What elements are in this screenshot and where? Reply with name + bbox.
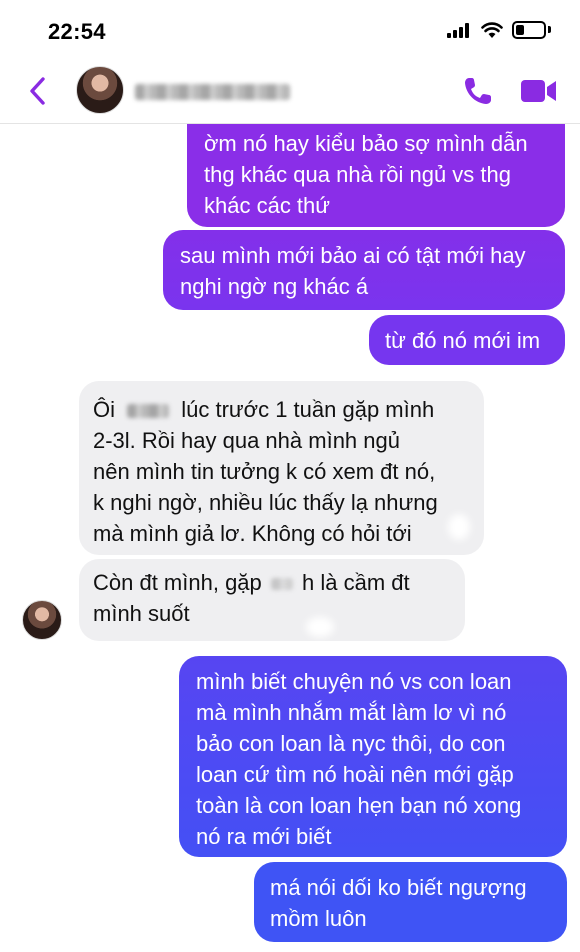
message-line: mình suốt — [93, 601, 190, 626]
message-line: k nghi ngờ, nhiều lúc thấy lạ nhưng — [93, 490, 438, 515]
message-bubble-outgoing[interactable]: mình biết chuyện nó vs con loan mà mình … — [179, 656, 567, 857]
video-camera-icon[interactable] — [520, 78, 558, 104]
message-line: nghi ngờ ng khác á — [180, 274, 369, 299]
message-bubble-outgoing[interactable]: sau mình mới bảo ai có tật mới hay nghi … — [163, 230, 565, 310]
status-bar: 22:54 — [0, 0, 580, 58]
battery-icon — [512, 21, 546, 39]
contact-avatar-small[interactable] — [22, 600, 62, 640]
signal-icon — [447, 23, 471, 38]
phone-icon[interactable] — [462, 75, 494, 107]
battery-cap — [548, 26, 551, 33]
message-word: Còn đt mình, gặp — [93, 570, 262, 595]
message-line: mồm luôn — [270, 906, 367, 931]
redaction-smudge — [306, 617, 334, 637]
conversation-header — [0, 58, 580, 124]
redaction-smudge — [448, 514, 470, 540]
message-word: Ôi — [93, 397, 115, 422]
redacted-name — [127, 404, 170, 419]
message-line: má nói dối ko biết ngượng — [270, 875, 527, 900]
message-word: h là cầm đt — [302, 570, 410, 595]
message-line: 2-3l. Rồi hay qua nhà mình ngủ — [93, 428, 400, 453]
message-line: Ôi lúc trước 1 tuần gặp mình — [93, 394, 484, 425]
message-line: ờm nó hay kiểu bảo sợ mình dẫn — [204, 131, 528, 156]
status-time: 22:54 — [48, 19, 106, 44]
redacted-word — [270, 578, 293, 591]
message-line: thg khác qua nhà rồi ngủ vs thg — [204, 162, 511, 187]
message-line: nó ra mới biết — [196, 824, 332, 849]
back-icon[interactable] — [26, 75, 50, 107]
message-bubble-outgoing[interactable]: má nói dối ko biết ngượng mồm luôn — [254, 862, 567, 942]
message-line: mà mình nhắm mắt làm lơ vì nó — [196, 700, 507, 725]
message-line: toàn là con loan hẹn bạn nó xong — [196, 793, 522, 818]
wifi-icon — [481, 22, 503, 38]
message-bubble-outgoing[interactable]: ờm nó hay kiểu bảo sợ mình dẫn thg khác … — [187, 124, 565, 227]
message-line: nên mình tin tưởng k có xem đt nó, — [93, 459, 436, 484]
message-bubble-outgoing[interactable]: từ đó nó mới im — [369, 315, 565, 365]
message-line: loan cứ tìm nó hoài nên mới gặp — [196, 762, 514, 787]
contact-name-redacted[interactable] — [135, 84, 290, 100]
message-line: mà mình giả lơ. Không có hỏi tới — [93, 521, 412, 546]
message-line: sau mình mới bảo ai có tật mới hay — [180, 243, 526, 268]
contact-avatar[interactable] — [76, 66, 124, 114]
message-line: từ đó nó mới im — [385, 328, 541, 353]
message-bubble-incoming[interactable]: Còn đt mình, gặp h là cầm đt mình suốt — [79, 559, 465, 641]
message-word: lúc trước 1 tuần gặp mình — [181, 397, 435, 422]
message-line: Còn đt mình, gặp h là cầm đt — [93, 567, 465, 598]
message-bubble-incoming[interactable]: Ôi lúc trước 1 tuần gặp mình 2-3l. Rồi h… — [79, 381, 484, 555]
message-line: mình biết chuyện nó vs con loan — [196, 669, 512, 694]
message-line: bảo con loan là nyc thôi, do con — [196, 731, 506, 756]
message-line: khác các thứ — [204, 193, 331, 218]
